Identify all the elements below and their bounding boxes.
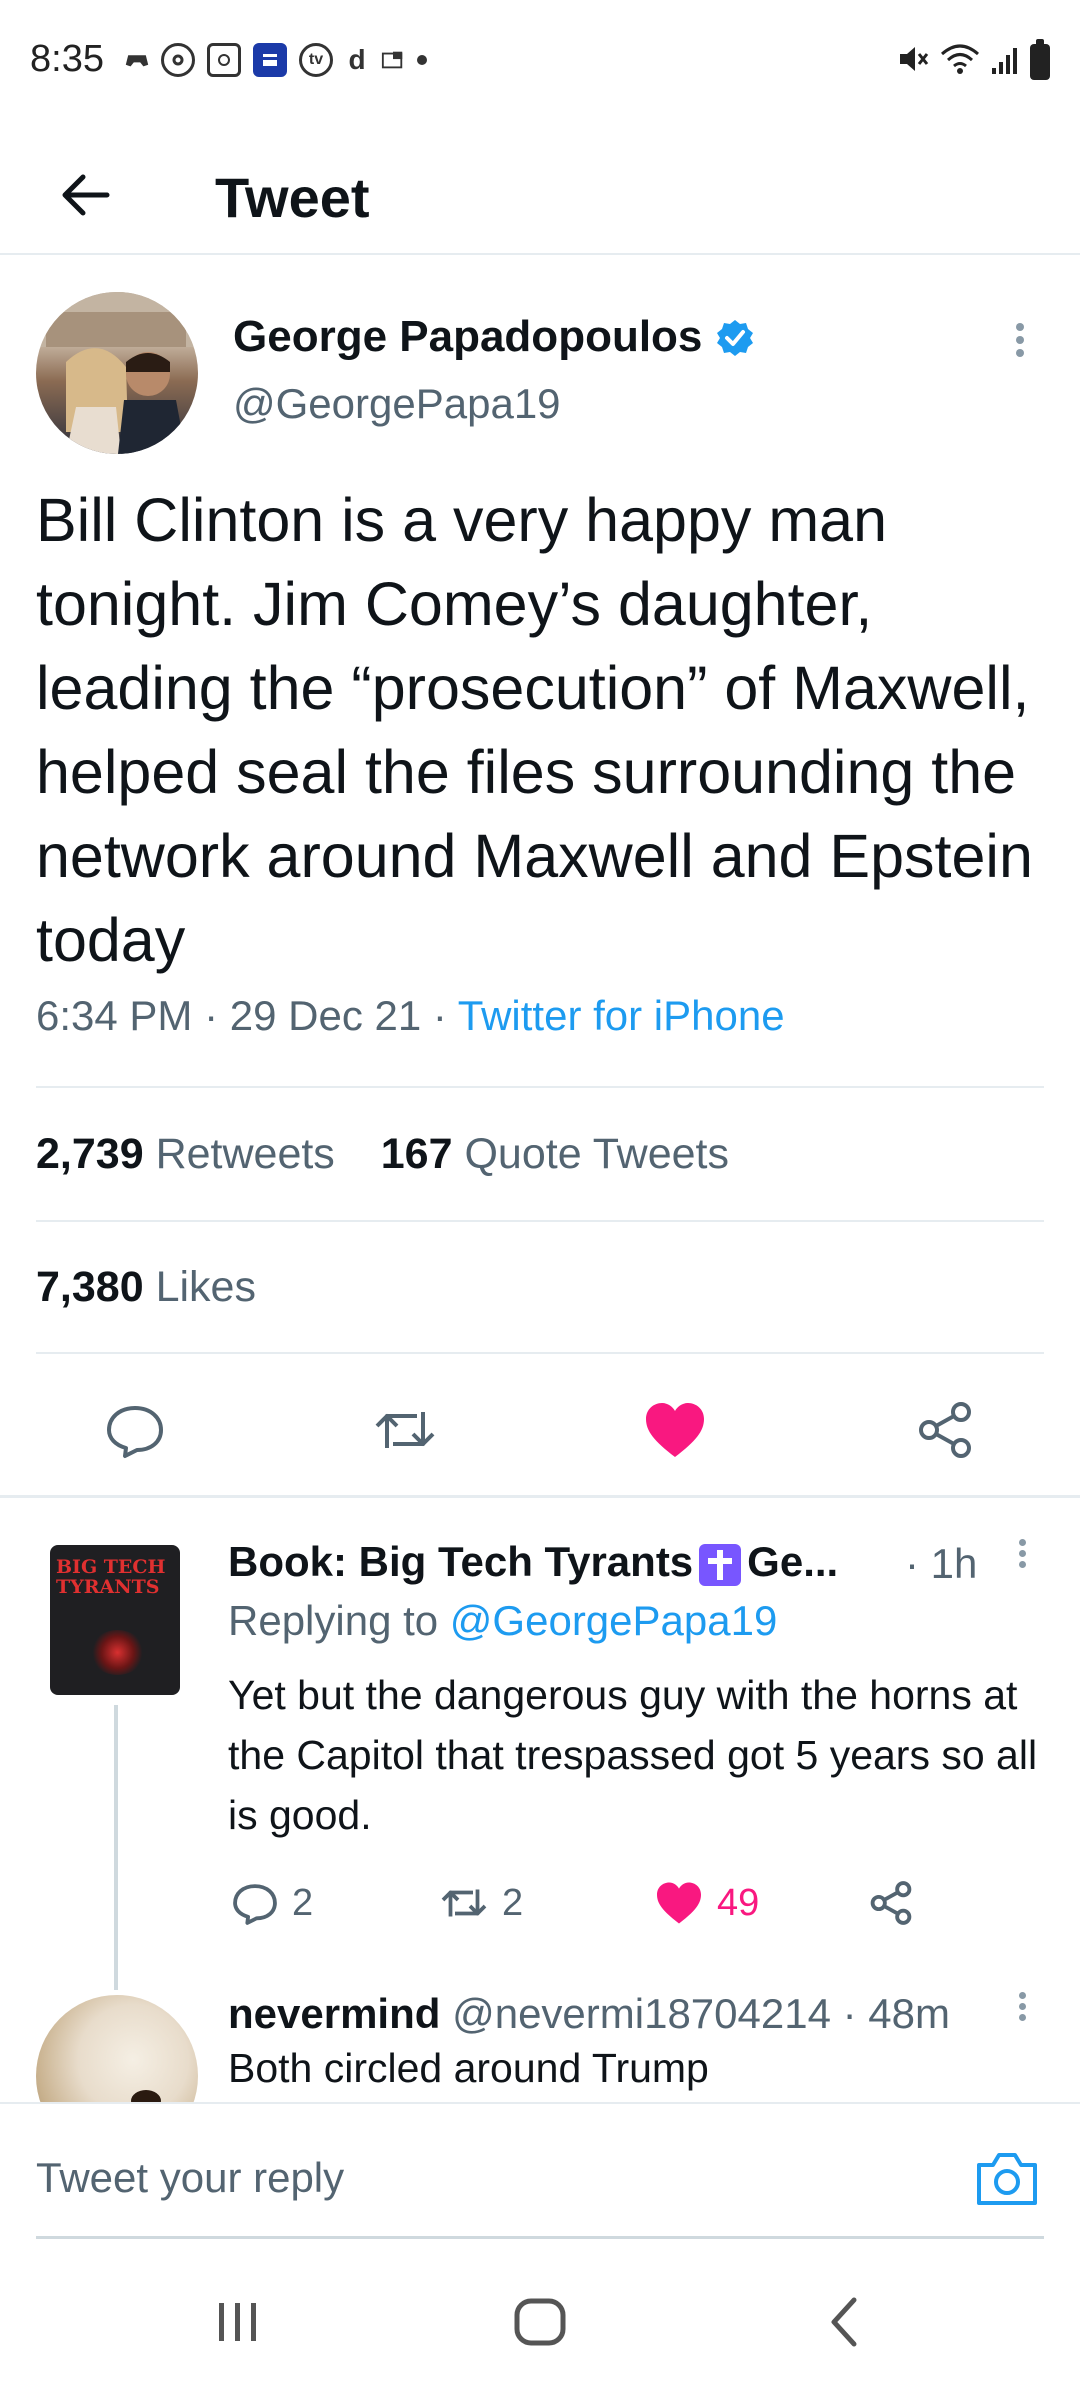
dot-icon (417, 55, 427, 65)
chevron-left-icon (831, 2297, 857, 2347)
system-back-button[interactable] (805, 2287, 885, 2357)
reply-icon (107, 1406, 163, 1458)
d-icon: d (348, 44, 366, 75)
retweet-stats: 2,739 Retweets 167 Quote Tweets (36, 1130, 729, 1179)
reply-author-name-text: Book: Big Tech Tyrants (228, 1538, 694, 1585)
back-button[interactable] (50, 160, 120, 230)
verified-badge-icon (715, 318, 755, 358)
reply2-text: Both circled around Trump (228, 2045, 709, 2091)
reply-share-button[interactable] (868, 1868, 914, 1938)
reply2-author[interactable]: nevermind @nevermi18704214 · 48m (228, 1990, 950, 2038)
retweets-count: 2,739 (36, 1130, 144, 1178)
retweet-button[interactable] (365, 1380, 445, 1480)
author-handle[interactable]: @GeorgePapa19 (233, 380, 561, 428)
reply-retweet-button[interactable]: 2 (440, 1868, 523, 1938)
reply-composer: Tweet your reply (0, 2102, 1080, 2242)
tweet-time: 6:34 PM · 29 Dec 21 · (36, 992, 458, 1039)
reply-like-count: 49 (717, 1881, 760, 1924)
tweet-source-link[interactable]: Twitter for iPhone (458, 992, 785, 1039)
camera-button[interactable] (975, 2149, 1039, 2207)
signal-icon (990, 42, 1020, 81)
reply-reply-button[interactable]: 2 (232, 1868, 313, 1938)
likes-count: 7,380 (36, 1263, 144, 1311)
top-app-bar: Tweet (0, 125, 1080, 255)
reply-author-name[interactable]: Book: Big Tech Tyrants Ge... (228, 1538, 838, 1586)
quote-label: Quote Tweets (464, 1130, 729, 1178)
retweets-label: Retweets (155, 1130, 335, 1178)
reply-actions: 2 2 49 (0, 1868, 1080, 1938)
share-button[interactable] (905, 1380, 985, 1480)
reply-reply-count: 2 (292, 1881, 314, 1924)
book-eye-graphic (90, 1630, 145, 1675)
wifi-icon (940, 42, 980, 81)
disney-icon (207, 43, 241, 77)
quote-count: 167 (380, 1130, 453, 1178)
likes-link[interactable]: 7,380 Likes (36, 1263, 256, 1312)
replying-to-mention[interactable]: @GeorgePapa19 (450, 1597, 778, 1644)
game-controller-icon (125, 43, 149, 77)
page-title: Tweet (215, 166, 370, 229)
divider (36, 1086, 1044, 1088)
reply2-author-handle: @nevermi18704214 (452, 1990, 831, 2037)
more-options-button[interactable] (1000, 318, 1040, 368)
tv-icon: tv (299, 43, 333, 77)
notification-icons: tv d (125, 40, 427, 80)
reply-author-name-suffix: Ge... (747, 1538, 839, 1585)
mute-icon (896, 42, 930, 81)
reply-text: Yet but the dangerous guy with the horns… (228, 1672, 1038, 1838)
system-navigation-bar (0, 2242, 1080, 2400)
status-bar: 8:35 tv d (0, 0, 1080, 125)
camera-icon (977, 2153, 1037, 2205)
reply-button[interactable] (95, 1380, 175, 1480)
reply-icon (233, 1884, 277, 1925)
cross-emoji-icon (699, 1543, 742, 1586)
retweets-link[interactable]: 2,739 Retweets (36, 1130, 335, 1178)
author-avatar[interactable] (36, 292, 198, 454)
share-icon (870, 1881, 912, 1925)
system-icons (896, 38, 1050, 81)
heart-filled-icon (657, 1882, 701, 1924)
tweet-actions (0, 1380, 1080, 1480)
home-icon (514, 2298, 566, 2346)
heart-filled-icon (646, 1403, 704, 1457)
recent-apps-button[interactable] (198, 2287, 278, 2357)
replying-to-label: Replying to (228, 1597, 450, 1644)
reply-avatar-book[interactable]: BIG TECH TYRANTS (50, 1545, 180, 1695)
reply-retweet-count: 2 (502, 1881, 524, 1924)
book-cover-title: BIG TECH TYRANTS (56, 1556, 166, 1598)
recent-apps-icon (219, 2303, 256, 2341)
battery-icon (1030, 38, 1050, 80)
news-icon (253, 43, 287, 77)
replying-to: Replying to @GeorgePapa19 (228, 1597, 777, 1645)
reply2-time: · 48m (842, 1990, 950, 2037)
reply-input[interactable]: Tweet your reply (36, 2154, 344, 2202)
divider (36, 1352, 1044, 1354)
share-icon (919, 1402, 971, 1458)
reply-like-button[interactable]: 49 (655, 1868, 759, 1938)
author-name[interactable]: George Papadopoulos (233, 312, 702, 362)
tweet-text: Bill Clinton is a very happy man tonight… (36, 486, 1033, 974)
tablet-icon (381, 43, 405, 77)
thread-line (114, 1705, 118, 1990)
retweet-icon (375, 1412, 435, 1448)
reply2-author-name: nevermind (228, 1990, 441, 2037)
section-divider (0, 1495, 1080, 1498)
reply-more-options-button[interactable] (1010, 1535, 1034, 1585)
tweet-timestamp: 6:34 PM · 29 Dec 21 · Twitter for iPhone (36, 992, 785, 1040)
retweet-icon (441, 1889, 487, 1917)
quote-tweets-link[interactable]: 167 Quote Tweets (381, 1130, 729, 1178)
reply2-more-options-button[interactable] (1010, 1988, 1034, 2038)
composer-underline (36, 2236, 1044, 2239)
at-symbol-icon (161, 43, 195, 77)
divider (36, 1220, 1044, 1222)
home-button[interactable] (500, 2287, 580, 2357)
like-button[interactable] (635, 1380, 715, 1480)
likes-label: Likes (155, 1263, 256, 1311)
arrow-left-icon (62, 174, 110, 216)
reply-time: · 1h (905, 1540, 978, 1587)
status-time: 8:35 (30, 38, 104, 80)
